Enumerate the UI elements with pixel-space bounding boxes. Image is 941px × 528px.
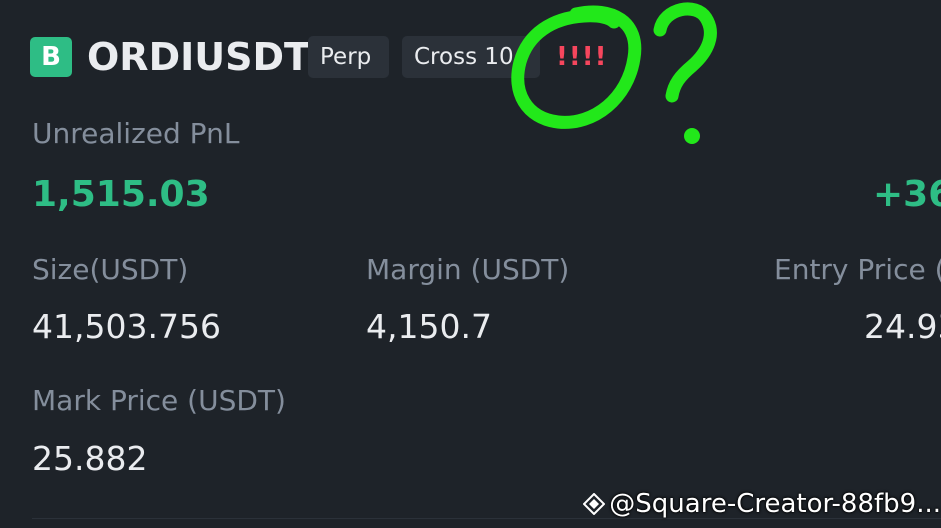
entry-price-value: 24.93 bbox=[864, 307, 941, 346]
size-value: 41,503.756 bbox=[32, 307, 221, 346]
hand-drawn-question-dot bbox=[684, 128, 700, 144]
watermark-text: @Square-Creator-88fb9... bbox=[609, 489, 941, 519]
diamond-logo-icon bbox=[583, 493, 606, 515]
watermark: @Square-Creator-88fb9... bbox=[583, 486, 941, 522]
perp-tag: Perp bbox=[308, 36, 389, 78]
unrealized-pnl-label: Unrealized PnL bbox=[32, 117, 240, 150]
margin-value: 4,150.7 bbox=[366, 307, 492, 346]
mark-price-label: Mark Price (USDT) bbox=[32, 384, 286, 417]
size-label: Size(USDT) bbox=[32, 253, 189, 286]
entry-price-label: Entry Price ( bbox=[774, 253, 941, 286]
roe-value: +36 bbox=[873, 174, 941, 215]
unrealized-pnl-value: 1,515.03 bbox=[32, 174, 210, 215]
hand-drawn-question-mark bbox=[653, 2, 717, 103]
side-badge: B bbox=[30, 37, 72, 77]
leverage-tag[interactable]: Cross 10 bbox=[402, 36, 540, 78]
margin-label: Margin (USDT) bbox=[366, 253, 570, 286]
symbol-title[interactable]: ORDIUSDT bbox=[87, 33, 310, 81]
mark-price-value: 25.882 bbox=[32, 439, 148, 478]
risk-indicator[interactable]: !!!! bbox=[556, 40, 607, 74]
